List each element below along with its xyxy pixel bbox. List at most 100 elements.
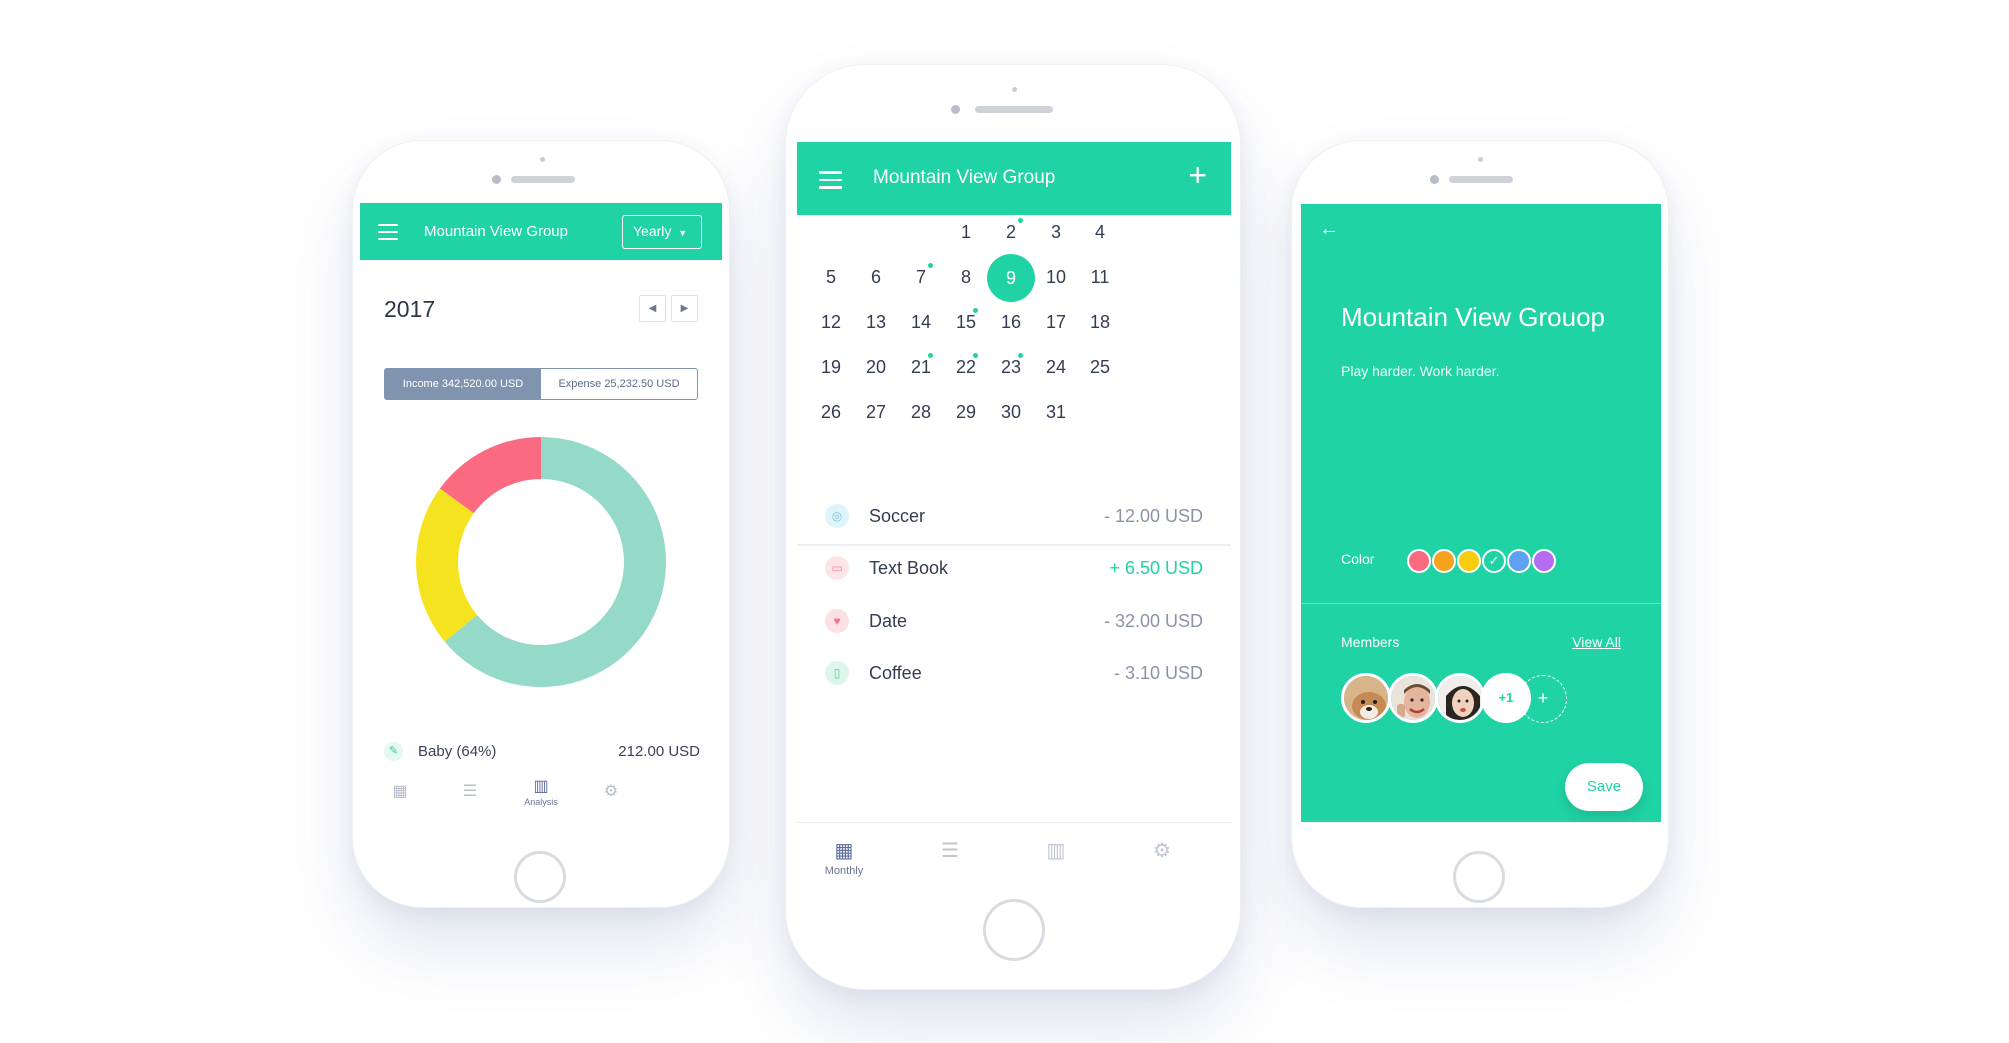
calendar-day[interactable]: 12 [806,312,856,333]
expense-tab[interactable]: Expense 25,232.50 USD [541,369,697,399]
baby-bottle-icon: ✎ [384,742,403,761]
color-swatch[interactable] [1407,549,1431,573]
calendar-day[interactable]: 31 [1031,402,1081,423]
home-button[interactable] [514,851,566,903]
calendar-day-number: 3 [1050,222,1061,242]
calendar-day[interactable]: 27 [851,402,901,423]
calendar-day-number: 5 [825,267,836,287]
analysis-screen: Mountain View Group Yearly ▼ 2017 ◀ ▶ In… [360,203,722,816]
calendar-day[interactable]: 25 [1075,357,1125,378]
calendar-day[interactable]: 5 [806,267,856,288]
color-label: Color [1341,551,1375,567]
calendar-day[interactable]: 3 [1031,222,1081,243]
next-year-button[interactable]: ▶ [671,295,698,322]
menu-icon[interactable] [819,171,842,189]
group-title: Mountain View Group [873,167,1056,188]
transaction-name: Text Book [869,558,949,578]
category-legend-row[interactable]: ✎ Baby (64%) 212.00 USD [384,741,700,763]
year-label: 2017 [384,296,436,322]
calendar-day[interactable]: 23 [986,353,1036,378]
calendar-day[interactable]: 4 [1075,222,1125,243]
calendar-day[interactable]: 11 [1075,267,1125,288]
avatar[interactable] [1341,673,1391,723]
calendar-day[interactable]: 16 [986,312,1036,333]
home-button[interactable] [1453,851,1505,903]
transaction-row[interactable]: ▯ Coffee - 3.10 USD [825,658,1203,688]
bar-chart-icon: ▥ [533,778,549,795]
calendar-day[interactable]: 22 [941,353,991,378]
calendar-day-number: 28 [910,402,932,422]
calendar-day[interactable]: 28 [896,402,946,423]
calendar-day[interactable]: 21 [896,353,946,378]
tab-calendar[interactable]: ▦ [365,781,435,801]
calendar-day[interactable]: 9 [987,254,1035,302]
calendar-day[interactable]: 29 [941,402,991,423]
save-button[interactable]: Save [1565,763,1643,811]
color-swatch[interactable] [1532,549,1556,573]
tab-list[interactable]: ☰ [435,781,505,801]
color-swatch-selected[interactable]: ✓ [1482,549,1506,573]
transaction-amount: + 6.50 USD [1109,558,1203,578]
tab-settings[interactable]: ⚙ [1122,838,1202,863]
transaction-row[interactable]: ◎ Soccer - 12.00 USD [825,501,1203,531]
front-camera [951,105,960,114]
calendar-day-number: 24 [1045,357,1067,377]
calendar-day-number: 22 [955,357,977,377]
chevron-down-icon: ▼ [678,228,688,238]
color-swatch[interactable] [1507,549,1531,573]
tab-settings[interactable]: ⚙ [576,781,646,801]
calendar-day[interactable]: 2 [986,218,1036,243]
calendar-day-number: 26 [820,402,842,422]
calendar-day[interactable]: 10 [1031,267,1081,288]
calendar-day[interactable]: 19 [806,357,856,378]
front-camera [492,175,501,184]
calendar-day[interactable]: 18 [1075,312,1125,333]
event-indicator [928,353,933,358]
calendar-day[interactable]: 8 [941,267,991,288]
calendar-day[interactable]: 17 [1031,312,1081,333]
calendar-day-number: 7 [915,267,926,287]
calendar-day[interactable]: 6 [851,267,901,288]
calendar-day[interactable]: 7 [896,263,946,288]
color-swatch[interactable] [1432,549,1456,573]
view-all-link[interactable]: View All [1572,634,1621,650]
event-indicator [1018,218,1023,223]
sensor-dot [540,157,545,162]
calendar-day[interactable]: 26 [806,402,856,423]
tab-list[interactable]: ☰ [910,838,990,863]
home-button[interactable] [983,899,1045,961]
menu-icon[interactable] [378,224,398,240]
calendar-day-number: 16 [1000,312,1022,332]
donut-slice-1[interactable] [416,488,478,642]
book-icon: ▭ [825,556,849,580]
income-tab[interactable]: Income 342,520.00 USD [385,369,541,399]
calendar-day[interactable]: 1 [941,222,991,243]
app-bar: Mountain View Group + [797,142,1231,215]
calendar-day[interactable]: 20 [851,357,901,378]
add-icon[interactable]: + [1188,159,1207,191]
app-bar: Mountain View Group Yearly ▼ [360,203,722,260]
calendar-day[interactable]: 15 [941,308,991,333]
calendar-day-number: 11 [1090,267,1110,287]
add-member-button[interactable]: + [1519,675,1567,723]
transaction-row[interactable]: ♥ Date - 32.00 USD [825,606,1203,636]
prev-year-button[interactable]: ◀ [639,295,666,322]
calendar-day-number: 29 [955,402,977,422]
avatar[interactable] [1388,673,1438,723]
period-dropdown[interactable]: Yearly ▼ [622,215,702,249]
phone-analysis: Mountain View Group Yearly ▼ 2017 ◀ ▶ In… [352,140,730,908]
calendar-day[interactable]: 13 [851,312,901,333]
transaction-row[interactable]: ▭ Text Book + 6.50 USD [825,553,1203,583]
tab-analysis[interactable]: ▥ Analysis [506,776,576,807]
ball-icon: ◎ [825,504,849,528]
calendar-day-number: 18 [1089,312,1111,332]
phone-group-settings: ← Mountain View Grouop Play harder. Work… [1291,140,1669,908]
calendar-day[interactable]: 30 [986,402,1036,423]
color-swatch[interactable] [1457,549,1481,573]
back-arrow-icon[interactable]: ← [1319,218,1339,241]
calendar-day[interactable]: 24 [1031,357,1081,378]
tab-analysis[interactable]: ▥ [1016,838,1096,863]
tab-monthly[interactable]: ▦ Monthly [804,838,884,877]
avatar[interactable] [1435,673,1485,723]
calendar-day[interactable]: 14 [896,312,946,333]
